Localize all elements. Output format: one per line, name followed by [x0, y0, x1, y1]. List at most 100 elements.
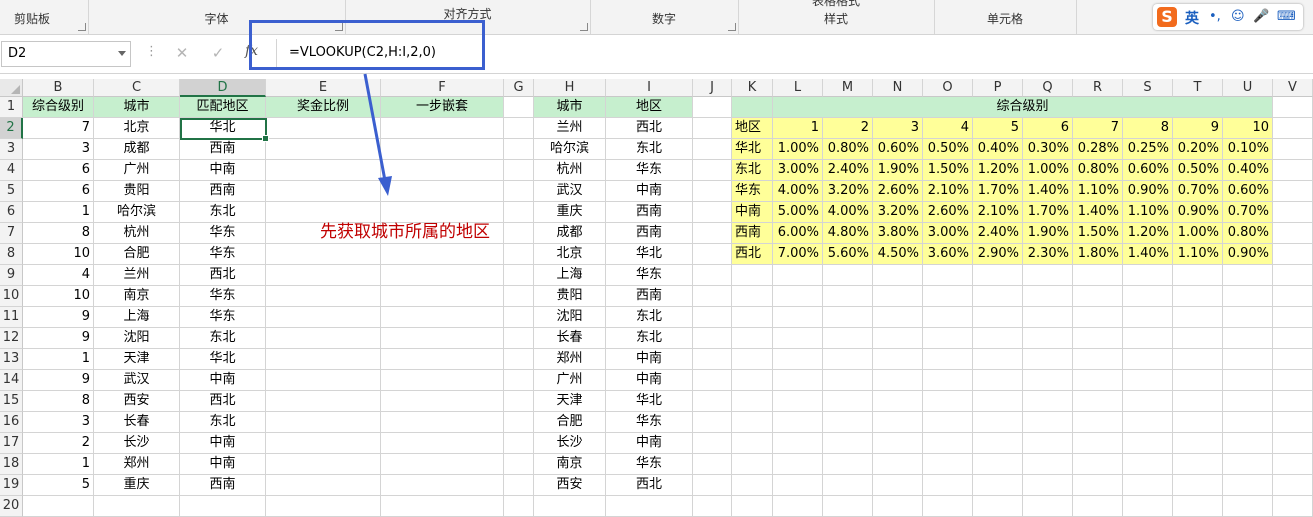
rate-cell[interactable]: 3.60%	[923, 244, 973, 265]
grid-cell[interactable]	[823, 433, 873, 454]
grid-cell[interactable]	[504, 286, 534, 307]
lookup-city-cell[interactable]: 郑州	[534, 349, 606, 370]
grid-cell[interactable]	[1223, 391, 1273, 412]
grid-cell[interactable]	[732, 391, 773, 412]
grid-cell[interactable]	[1123, 412, 1173, 433]
city-cell[interactable]: 南京	[94, 286, 180, 307]
region-cell[interactable]: 华东	[180, 244, 266, 265]
level-header-cell[interactable]: 5	[973, 118, 1023, 139]
rate-cell[interactable]: 1.70%	[1023, 202, 1073, 223]
grid-cell[interactable]	[1223, 433, 1273, 454]
level-cell[interactable]: 3	[23, 412, 94, 433]
grid-cell[interactable]	[1023, 370, 1073, 391]
grid-cell[interactable]	[1123, 433, 1173, 454]
region-cell[interactable]: 东北	[180, 202, 266, 223]
lookup-region-cell[interactable]: 西南	[606, 286, 693, 307]
grid-cell[interactable]	[732, 475, 773, 496]
row-header-9[interactable]: 9	[0, 265, 23, 286]
grid-cell[interactable]	[973, 307, 1023, 328]
grid-cell[interactable]	[1273, 370, 1313, 391]
grid-cell[interactable]	[504, 223, 534, 244]
level-cell[interactable]: 3	[23, 139, 94, 160]
row-header-11[interactable]: 11	[0, 307, 23, 328]
rate-cell[interactable]: 2.60%	[873, 181, 923, 202]
rate-region-cell[interactable]: 中南	[732, 202, 773, 223]
grid-cell[interactable]	[923, 412, 973, 433]
dialog-launcher-icon[interactable]	[580, 23, 588, 31]
grid-cell[interactable]	[1173, 328, 1223, 349]
grid-cell[interactable]	[504, 349, 534, 370]
grid-cell[interactable]	[923, 307, 973, 328]
grid-cell[interactable]	[923, 370, 973, 391]
grid-cell[interactable]	[1073, 454, 1123, 475]
grid-cell[interactable]	[266, 370, 381, 391]
grid-cell[interactable]	[266, 349, 381, 370]
grid-cell[interactable]	[732, 433, 773, 454]
grid-cell[interactable]	[504, 202, 534, 223]
grid-cell[interactable]	[693, 286, 732, 307]
rate-cell[interactable]: 0.80%	[1073, 160, 1123, 181]
lookup-city-cell[interactable]: 广州	[534, 370, 606, 391]
grid-cell[interactable]	[1123, 454, 1173, 475]
rate-cell[interactable]: 0.80%	[823, 139, 873, 160]
grid-cell[interactable]	[923, 496, 973, 517]
grid-cell[interactable]	[923, 349, 973, 370]
grid-cell[interactable]	[381, 475, 504, 496]
rate-table-corner[interactable]: 地区	[732, 118, 773, 139]
grid-cell[interactable]	[381, 496, 504, 517]
grid-cell[interactable]	[693, 202, 732, 223]
lookup-city-cell[interactable]: 沈阳	[534, 307, 606, 328]
grid-cell[interactable]	[923, 286, 973, 307]
grid-cell[interactable]	[1023, 265, 1073, 286]
rate-cell[interactable]: 1.80%	[1073, 244, 1123, 265]
rate-cell[interactable]: 1.20%	[1123, 223, 1173, 244]
grid-cell[interactable]	[732, 496, 773, 517]
row-header-5[interactable]: 5	[0, 181, 23, 202]
grid-cell[interactable]	[923, 475, 973, 496]
grid-cell[interactable]	[1073, 349, 1123, 370]
grid-cell[interactable]	[923, 328, 973, 349]
grid-cell[interactable]	[1273, 223, 1313, 244]
grid-cell[interactable]	[534, 496, 606, 517]
rate-cell[interactable]: 0.20%	[1173, 139, 1223, 160]
grid-cell[interactable]	[381, 139, 504, 160]
lookup-city-cell[interactable]: 武汉	[534, 181, 606, 202]
grid-cell[interactable]	[1173, 370, 1223, 391]
punctuation-icon[interactable]: •,	[1209, 9, 1221, 24]
column-header-v[interactable]: V	[1273, 79, 1313, 97]
grid-cell[interactable]	[1073, 286, 1123, 307]
city-cell[interactable]: 广州	[94, 160, 180, 181]
grid-cell[interactable]	[1273, 412, 1313, 433]
grid-cell[interactable]	[381, 286, 504, 307]
grid-cell[interactable]	[873, 307, 923, 328]
grid-cell[interactable]	[773, 307, 823, 328]
level-cell[interactable]: 4	[23, 265, 94, 286]
rate-cell[interactable]: 5.00%	[773, 202, 823, 223]
grid-cell[interactable]	[1123, 496, 1173, 517]
rate-cell[interactable]: 4.80%	[823, 223, 873, 244]
grid-cell[interactable]	[873, 475, 923, 496]
city-cell[interactable]: 沈阳	[94, 328, 180, 349]
cancel-icon[interactable]: ✕	[172, 43, 192, 63]
lookup-region-cell[interactable]: 华北	[606, 244, 693, 265]
grid-cell[interactable]	[693, 97, 732, 118]
grid-cell[interactable]	[504, 328, 534, 349]
column-header-r[interactable]: R	[1073, 79, 1123, 97]
grid-cell[interactable]	[504, 391, 534, 412]
grid-cell[interactable]	[94, 496, 180, 517]
grid-cell[interactable]	[266, 139, 381, 160]
grid-cell[interactable]	[1123, 391, 1173, 412]
column-header-b[interactable]: B	[23, 79, 94, 97]
grid-cell[interactable]	[1273, 139, 1313, 160]
rate-cell[interactable]: 1.40%	[1123, 244, 1173, 265]
grid-cell[interactable]	[923, 265, 973, 286]
grid-cell[interactable]	[1273, 349, 1313, 370]
rate-cell[interactable]: 2.40%	[823, 160, 873, 181]
row-header-4[interactable]: 4	[0, 160, 23, 181]
lookup-city-cell[interactable]: 兰州	[534, 118, 606, 139]
row-header-14[interactable]: 14	[0, 370, 23, 391]
city-cell[interactable]: 北京	[94, 118, 180, 139]
rate-cell[interactable]: 2.30%	[1023, 244, 1073, 265]
rate-cell[interactable]: 1.00%	[773, 139, 823, 160]
grid-cell[interactable]	[1273, 391, 1313, 412]
